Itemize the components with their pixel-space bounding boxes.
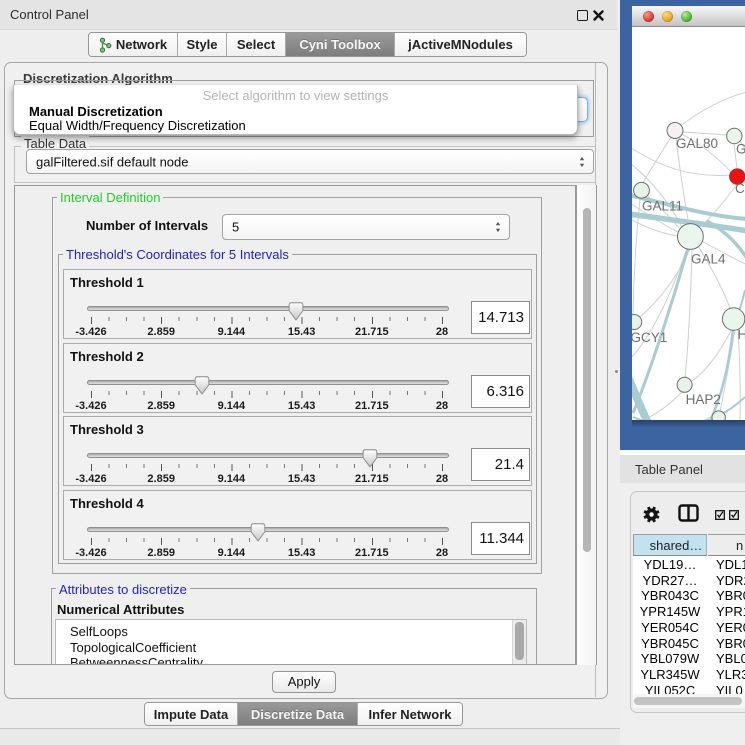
svg-text:GAL80: GAL80 [676, 136, 718, 151]
svg-text:GA: GA [736, 142, 745, 157]
svg-text:HAP2: HAP2 [686, 392, 721, 407]
svg-text:GAL4: GAL4 [691, 252, 726, 267]
svg-text:GAL11: GAL11 [642, 199, 683, 214]
svg-text:C: C [735, 181, 745, 196]
svg-text:H: H [738, 327, 745, 342]
svg-text:GCY1: GCY1 [632, 330, 667, 345]
